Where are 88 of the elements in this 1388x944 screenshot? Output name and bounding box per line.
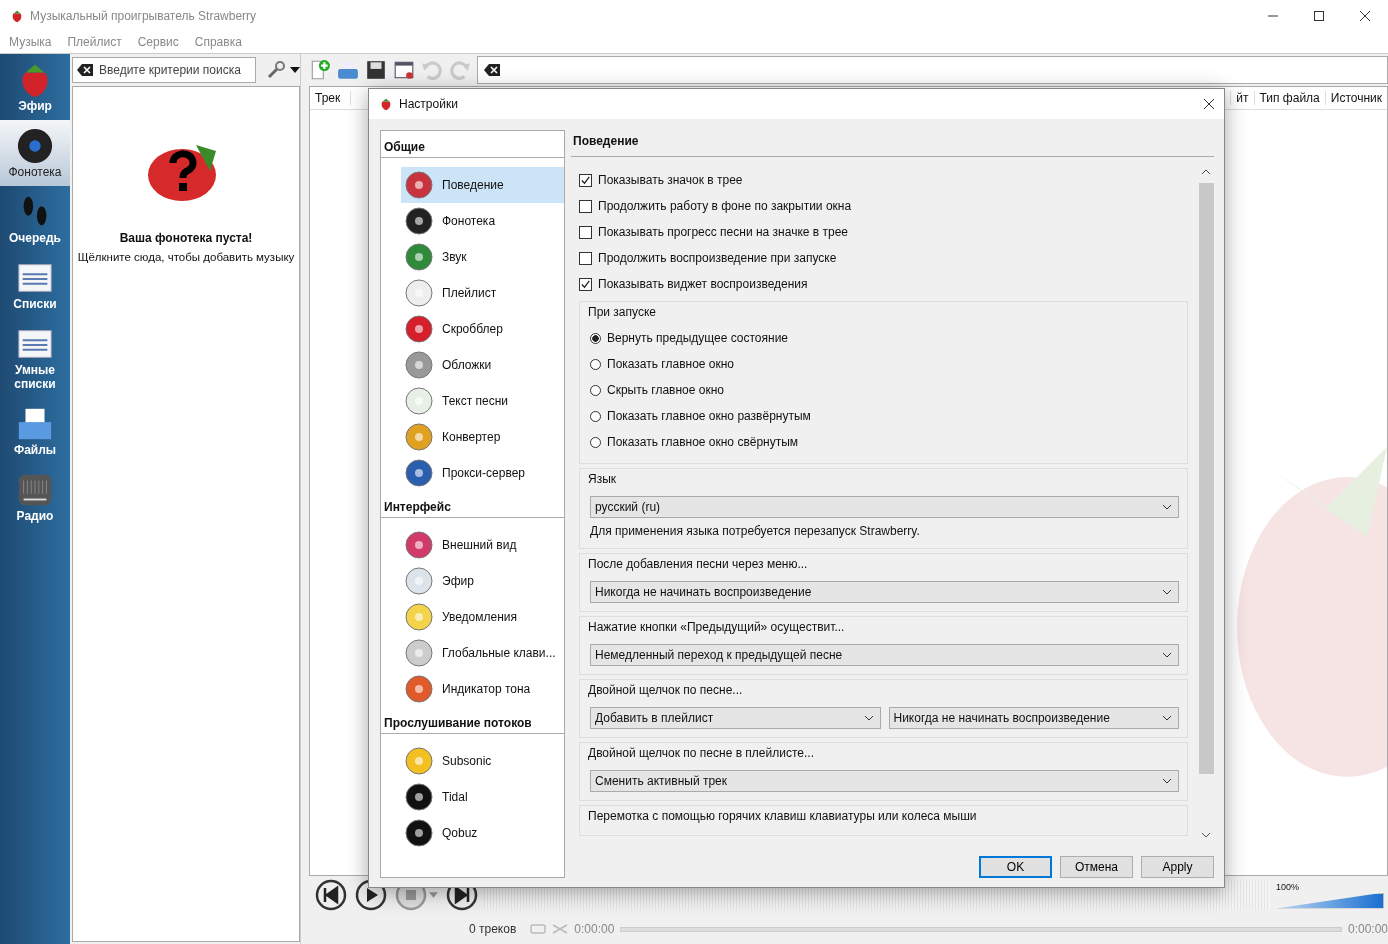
column-header[interactable]: Источник [1324,91,1387,105]
playlist-filter-field[interactable] [477,56,1388,84]
caret-icon [1162,715,1172,721]
nav-item[interactable]: Внешний вид [401,527,564,563]
dropdown[interactable]: Немедленный переход к предыдущей песне [590,644,1179,666]
nav-item[interactable]: Конвертер [401,419,564,455]
close-icon[interactable] [1360,10,1370,21]
dropdown[interactable]: Сменить активный трек [590,770,1179,792]
page-title: Поведение [571,130,1214,157]
radio-button[interactable]: Показать главное окно свёрнутым [590,429,1179,455]
elapsed-time: 0:00:00 [574,922,615,936]
dialog-title: Настройки [399,97,458,111]
radio-button[interactable]: Скрыть главное окно [590,377,1179,403]
column-header[interactable]: йт [1230,91,1254,105]
caret-icon [1162,652,1172,658]
menu-item[interactable]: Справка [194,35,242,49]
scroll-down-icon[interactable] [1201,832,1211,838]
caret-icon [1162,778,1172,784]
check-icon [580,174,591,186]
dialog-button[interactable]: OK [979,856,1052,878]
nav-item[interactable]: Subsonic [401,743,564,779]
nav-section-heading: Интерфейс [381,491,564,518]
sidebar-tab[interactable]: Умные списки [0,318,70,398]
column-header[interactable]: Трек [310,91,352,105]
printer-tray-icon[interactable] [337,59,359,81]
nav-item[interactable]: Плейлист [401,275,564,311]
empty-library-title: Ваша фонотека пуста! [119,231,253,245]
scroll-up-icon[interactable] [1201,169,1211,175]
nav-item[interactable]: Звук [401,239,564,275]
dropdown[interactable]: русский (ru) [590,496,1179,518]
add-music-link[interactable]: Щёлкните сюда, чтобы добавить музыку [77,251,295,263]
vinyl-disc-icon [404,206,434,236]
window-title: Музыкальный проигрыватель Strawberry [30,8,257,23]
clear-icon[interactable] [484,64,500,76]
radio-button[interactable]: Показать главное окно [590,351,1179,377]
close-icon[interactable] [1204,99,1214,109]
nav-item[interactable]: Скробблер [401,311,564,347]
menu-item[interactable]: Плейлист [67,35,122,49]
maximize-icon[interactable] [1314,10,1324,21]
checkbox[interactable]: Показывать виджет воспроизведения [579,271,1188,297]
checkbox[interactable]: Продолжить воспроизведение при запуске [579,245,1188,271]
nav-item[interactable]: Уведомления [401,599,564,635]
sidebar-tab[interactable]: Очередь [0,186,70,252]
dropdown[interactable]: Никогда не начинать воспроизведение [888,707,1179,729]
nav-item[interactable]: Обложки [401,347,564,383]
dropdown[interactable]: Никогда не начинать воспроизведение [590,581,1179,603]
seek-slider[interactable] [620,926,1342,932]
checkbox[interactable]: Показывать прогресс песни на значке в трее [579,219,1188,245]
nav-item[interactable]: Эфир [401,563,564,599]
menu-item[interactable]: Музыка [9,35,52,49]
sidebar-tab[interactable]: Файлы [0,398,70,464]
caret-icon [1162,504,1172,510]
nav-section-heading: Прослушивание потоков [381,707,564,734]
sidebar-tab[interactable]: Радио [0,464,70,530]
nav-item[interactable]: Текст песни [401,383,564,419]
nav-item[interactable]: Поведение [401,167,564,203]
checkbox[interactable]: Продолжить работу в фоне по закрытии окна [579,193,1188,219]
sidebar-tab[interactable]: Фонотека [0,120,70,186]
radio-button[interactable]: Вернуть предыдущее состояние [590,325,1179,351]
dialog-button[interactable]: Apply [1141,856,1214,878]
nav-item[interactable]: Индикатор тона [401,671,564,707]
nav-item[interactable]: Qobuz [401,815,564,851]
sidebar-tab[interactable]: Эфир [0,54,70,120]
clear-icon[interactable] [77,64,93,76]
search-field[interactable]: Введите критерии поиска [72,57,256,83]
volume-reading: 100% [1276,881,1301,892]
sidebar-tab[interactable]: Списки [0,252,70,318]
nav-item[interactable]: Tidal [401,779,564,815]
column-header[interactable]: Тип файла [1253,91,1325,105]
nav-item[interactable]: Фонотека [401,203,564,239]
note-text: Для применения языка потребуется перезапуск Strawberry. [590,524,921,540]
vinyl-disc-icon [16,127,54,165]
nav-section-heading: Общие [381,131,564,158]
caret-icon[interactable] [290,67,300,73]
track-count: 0 треков [469,922,517,936]
checkbox[interactable]: Показывать значок в трее [579,167,1188,193]
nav-item[interactable]: Глобальные клави... [401,635,564,671]
menu-item[interactable]: Сервис [137,35,179,49]
caret-icon [1162,589,1172,595]
check-icon [580,278,591,290]
caret-icon [863,715,874,721]
wrench-icon[interactable] [266,60,286,80]
nav-item[interactable]: Прокси-сервер [401,455,564,491]
previous-track-icon[interactable] [315,879,347,911]
dropdown[interactable]: Добавить в плейлист [590,707,881,729]
dialog-button[interactable]: Отмена [1060,856,1133,878]
total-time: 0:00:00 [1347,922,1388,936]
radio-button[interactable]: Показать главное окно развёрнутым [590,403,1179,429]
